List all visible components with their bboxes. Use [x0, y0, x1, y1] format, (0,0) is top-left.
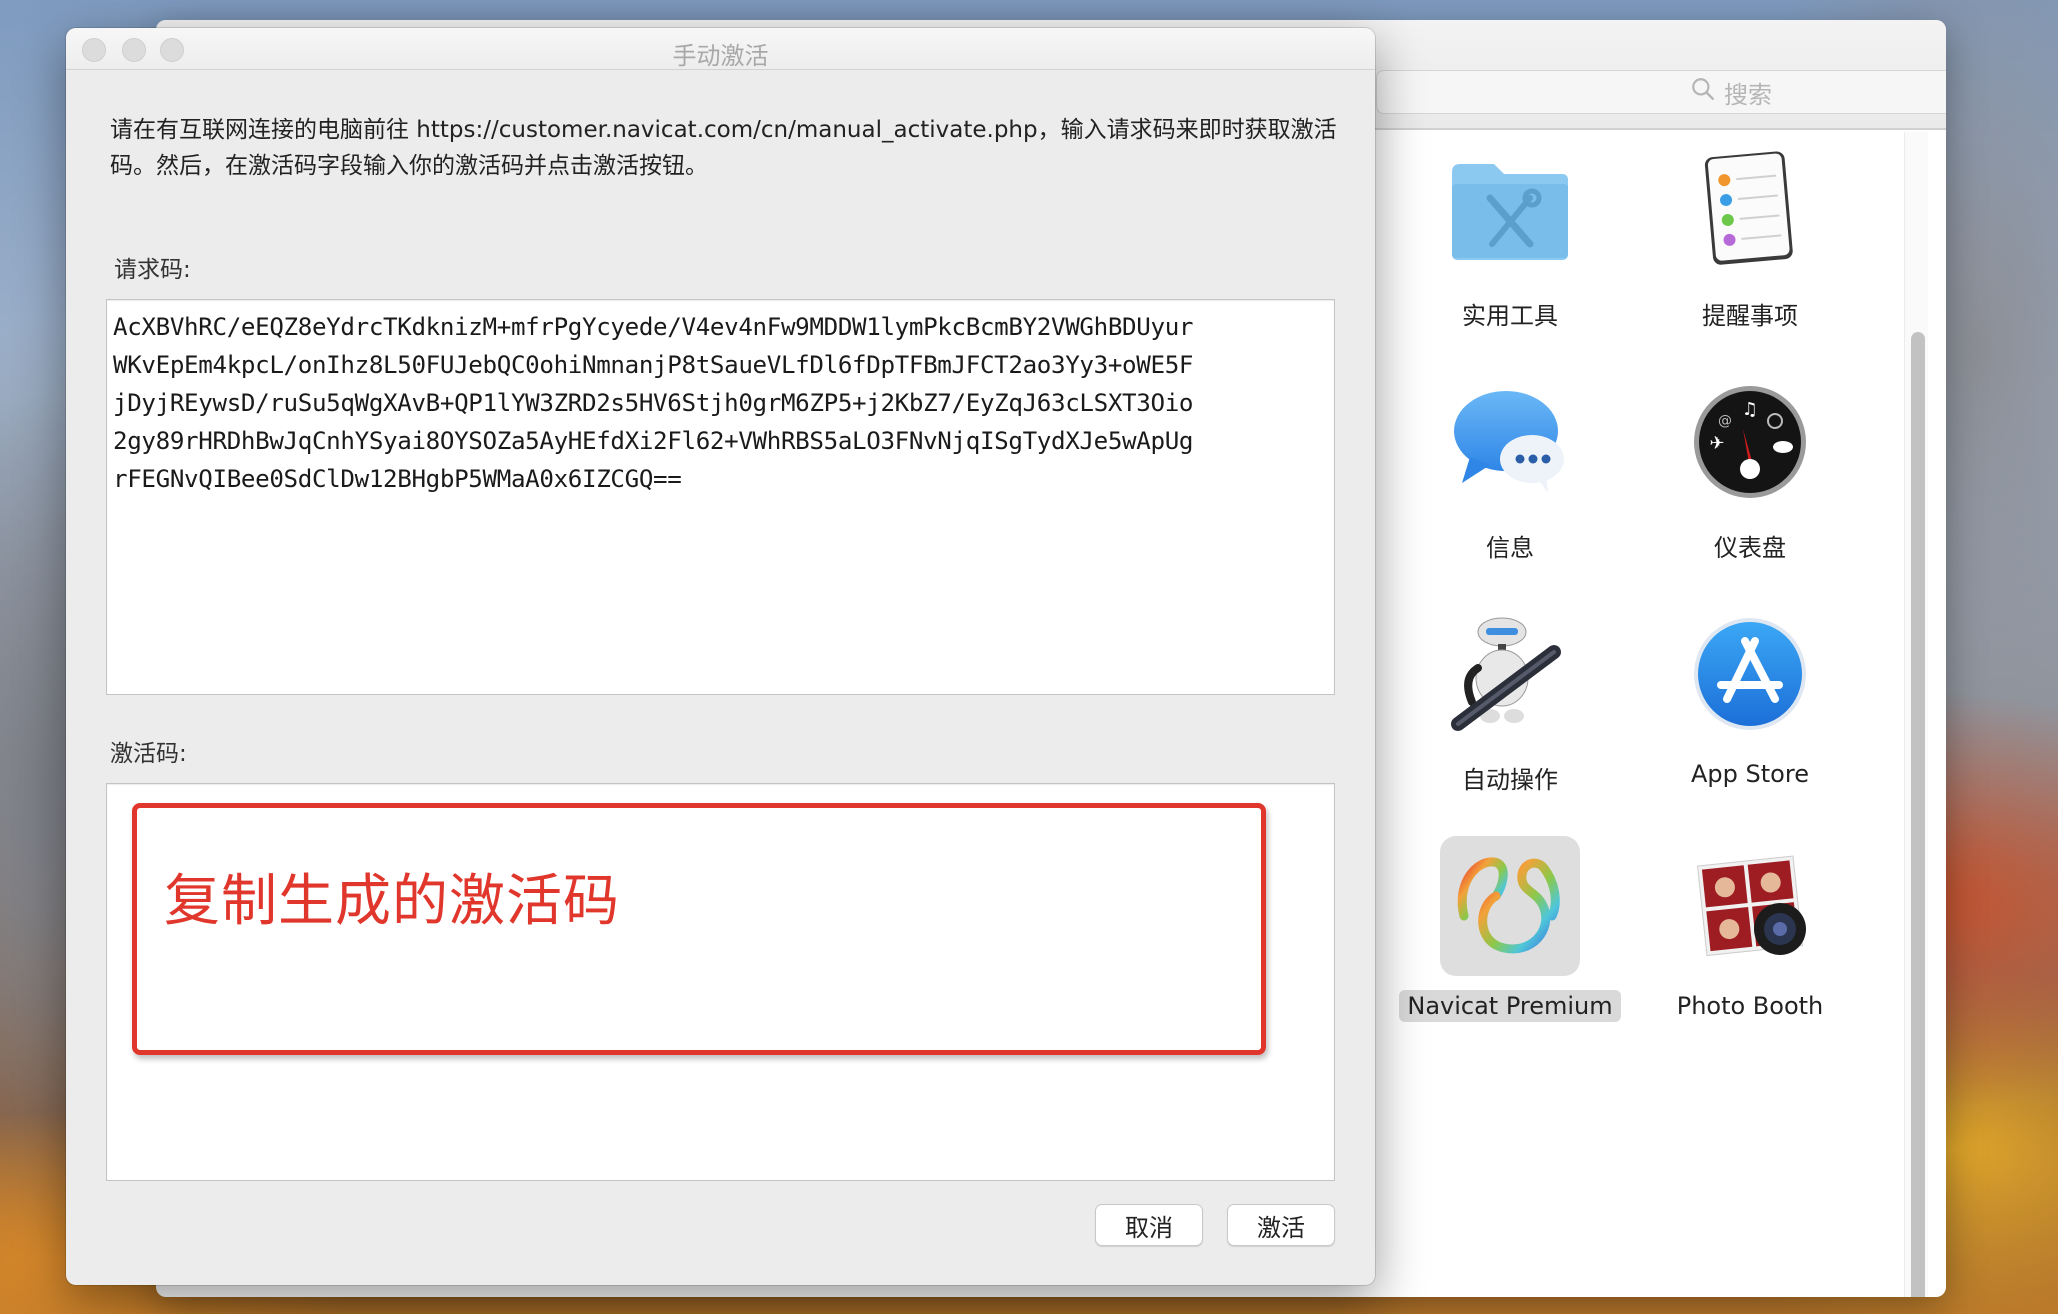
app-item-navicat-premium[interactable]: Navicat Premium	[1390, 836, 1630, 1068]
manual-activation-dialog: 手动激活 请在有互联网连接的电脑前往 https://customer.navi…	[66, 28, 1375, 1285]
app-item-dashboard[interactable]: ♫ @ ✈ 仪表盘	[1630, 372, 1870, 604]
utilities-folder-icon	[1440, 140, 1580, 280]
request-code-value[interactable]: AcXBVhRC/eEQZ8eYdrcTKdknizM+mfrPgYcyede/…	[113, 308, 1193, 498]
app-label: 仪表盘	[1714, 534, 1786, 562]
app-store-icon	[1680, 604, 1820, 744]
reminders-icon	[1680, 140, 1820, 280]
cancel-button[interactable]: 取消	[1095, 1204, 1203, 1246]
svg-text:♫: ♫	[1742, 399, 1758, 420]
annotation-text: 复制生成的激活码	[164, 869, 620, 934]
app-label: Navicat Premium	[1399, 990, 1621, 1022]
search-icon	[1690, 76, 1716, 108]
app-item-utilities[interactable]: 实用工具	[1390, 140, 1630, 372]
app-item-messages[interactable]: 信息	[1390, 372, 1630, 604]
window-title: 手动激活	[672, 42, 769, 70]
app-label: Photo Booth	[1676, 992, 1824, 1020]
vertical-scrollbar[interactable]	[1904, 132, 1928, 1297]
photo-booth-icon	[1680, 836, 1820, 976]
scrollbar-thumb[interactable]	[1911, 332, 1925, 1297]
navicat-icon	[1440, 836, 1580, 976]
search-field[interactable]: 搜索	[1376, 70, 1946, 114]
instructions-text: 请在有互联网连接的电脑前往 https://customer.navicat.c…	[110, 117, 1337, 179]
dashboard-icon: ♫ @ ✈	[1680, 372, 1820, 512]
app-item-photo-booth[interactable]: Photo Booth	[1630, 836, 1870, 1068]
app-label: 信息	[1486, 534, 1534, 562]
title-bar[interactable]: 手动激活	[66, 28, 1375, 70]
request-code-field[interactable]: AcXBVhRC/eEQZ8eYdrcTKdknizM+mfrPgYcyede/…	[106, 299, 1335, 695]
app-label: 自动操作	[1462, 766, 1558, 794]
activation-code-label: 激活码:	[110, 741, 187, 767]
app-item-automator[interactable]: 自动操作	[1390, 604, 1630, 836]
svg-text:✈: ✈	[1709, 433, 1724, 454]
svg-text:@: @	[1718, 413, 1732, 429]
app-item-reminders[interactable]: 提醒事项	[1630, 140, 1870, 372]
app-label: App Store	[1691, 760, 1809, 788]
app-item-app-store[interactable]: App Store	[1630, 604, 1870, 836]
app-grid: 实用工具 提醒事项 信息 ♫ @ ✈ 仪表盘 自动操作 App Store Na…	[1390, 140, 1890, 1068]
activate-button[interactable]: 激活	[1227, 1204, 1335, 1246]
search-placeholder: 搜索	[1724, 80, 1772, 109]
app-label: 提醒事项	[1702, 302, 1798, 330]
request-code-label: 请求码:	[114, 257, 191, 283]
messages-icon	[1440, 372, 1580, 512]
app-label: 实用工具	[1462, 302, 1558, 330]
automator-icon	[1440, 604, 1580, 744]
